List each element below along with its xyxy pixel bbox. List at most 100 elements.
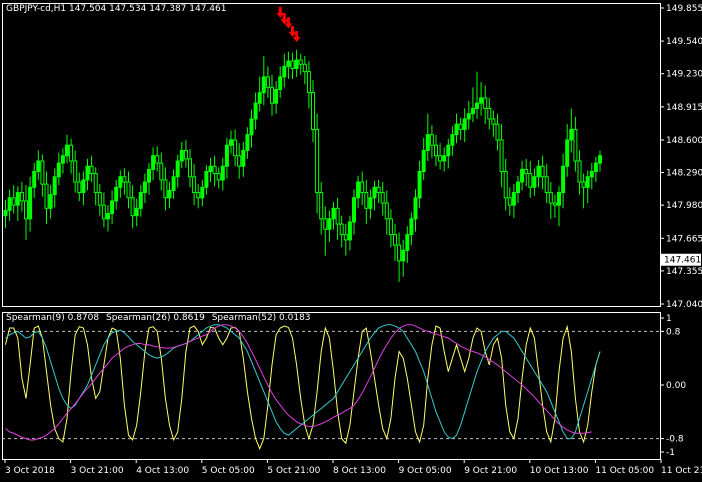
candle-body <box>97 192 102 206</box>
candle <box>294 49 299 77</box>
candle <box>335 197 340 240</box>
candle-body <box>487 107 492 120</box>
candle-body <box>73 160 78 183</box>
candle <box>11 185 16 214</box>
candle <box>118 170 123 198</box>
candle-body <box>286 60 291 67</box>
candle <box>110 190 115 225</box>
candle-body <box>77 181 82 194</box>
candle <box>122 168 127 195</box>
candle-body <box>368 197 373 209</box>
candle <box>598 150 602 172</box>
candle-body <box>32 171 37 188</box>
candle <box>360 171 365 206</box>
candle-body <box>598 155 602 164</box>
candle-body <box>331 207 336 220</box>
candle <box>397 232 402 282</box>
candle <box>101 192 106 228</box>
candle <box>224 137 229 179</box>
time-tick-label: 11 Oct 21:00 <box>661 466 702 476</box>
candle-body <box>356 181 361 199</box>
candle-body <box>253 102 258 120</box>
candle-body <box>274 88 279 104</box>
candle <box>454 113 459 144</box>
price-tick-label: 147.355 <box>666 267 702 277</box>
candle-body <box>561 165 566 194</box>
candle <box>245 127 250 159</box>
candle-body <box>557 192 561 206</box>
candle-body <box>462 118 467 130</box>
spearman-9-line <box>5 324 601 450</box>
candle <box>44 171 49 225</box>
candle-body <box>524 168 529 175</box>
candle-body <box>122 176 127 183</box>
candle <box>302 55 307 85</box>
candle <box>401 239 406 277</box>
candle-body <box>233 139 238 157</box>
spearman-9-label: Spearman(9) 0.8708 <box>6 313 100 323</box>
candle <box>77 172 82 201</box>
candle <box>212 155 217 187</box>
candle <box>331 202 336 230</box>
candle-body <box>499 139 504 173</box>
candle-body <box>175 160 180 178</box>
candle-body <box>249 118 254 136</box>
candle-body <box>347 221 352 241</box>
level-tick-label: 0.8 <box>666 327 681 337</box>
candle <box>130 185 135 229</box>
ohlc-values: 147.504 147.534 147.387 147.461 <box>69 4 227 14</box>
candle-body <box>261 76 266 94</box>
candle <box>97 184 102 216</box>
candle <box>450 126 455 156</box>
candle <box>151 147 156 180</box>
candle-body <box>536 165 541 178</box>
candle-body <box>302 63 307 73</box>
candle <box>253 92 258 130</box>
candle <box>32 163 37 198</box>
candle <box>40 154 45 197</box>
candle <box>257 76 262 112</box>
candle <box>315 113 320 214</box>
candle <box>73 150 78 193</box>
candle-body <box>421 149 426 173</box>
candle-body <box>401 249 406 262</box>
candle <box>479 82 484 116</box>
candle <box>466 101 471 130</box>
time-tick-label: 3 Oct 21:00 <box>71 466 124 476</box>
candle <box>417 160 422 209</box>
candle-body <box>212 165 217 175</box>
candle-body <box>483 97 488 109</box>
indicator-header: Spearman(9) 0.8708 Spearman(26) 0.8619 S… <box>6 313 315 323</box>
price-tick-label: 147.980 <box>666 201 702 211</box>
candle <box>413 189 418 232</box>
candle-body <box>93 173 98 194</box>
candle <box>36 150 41 180</box>
candle <box>409 212 414 246</box>
candle <box>81 171 86 206</box>
candle <box>208 157 213 183</box>
candle-body <box>532 176 537 188</box>
candle <box>3 199 8 229</box>
candle <box>425 113 430 161</box>
candle <box>552 194 557 218</box>
candle-body <box>540 165 545 178</box>
candle <box>7 189 12 221</box>
chart-canvas[interactable]: 149.855 149.540 149.230 148.915 148.600 148.2… <box>0 0 702 482</box>
candle <box>421 137 426 180</box>
candle-body <box>516 181 520 194</box>
candle <box>581 173 586 209</box>
candle-body <box>118 176 123 188</box>
candle <box>216 167 221 189</box>
candle <box>364 179 369 225</box>
candle-body <box>454 123 459 136</box>
candle <box>434 134 438 167</box>
price-tick-label: 149.230 <box>666 70 702 80</box>
time-tick-label: 5 Oct 05:00 <box>202 466 255 476</box>
candle <box>352 189 356 235</box>
candle <box>536 159 541 188</box>
candle-body <box>585 176 590 188</box>
symbol-label: GBPJPY-cd,H1 <box>6 4 67 14</box>
candle <box>106 205 110 232</box>
candle <box>540 155 545 190</box>
candle <box>462 108 467 143</box>
